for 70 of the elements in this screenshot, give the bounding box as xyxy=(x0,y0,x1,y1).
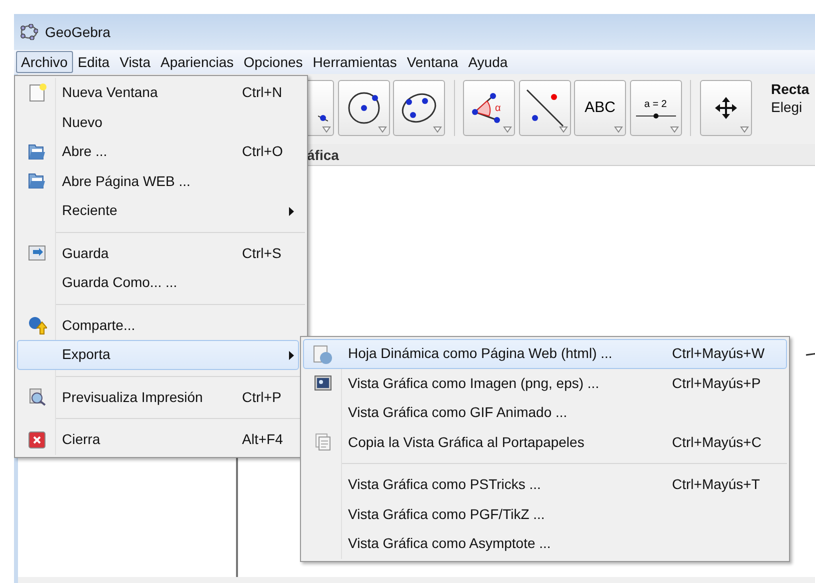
menu-item[interactable]: Vista Gráfica como Asymptote ... xyxy=(303,529,787,558)
new-window-icon xyxy=(27,82,47,103)
print-preview-icon xyxy=(27,387,47,408)
menu-item[interactable]: Hoja Dinámica como Página Web (html) ... Ctrl+Mayús+W xyxy=(303,339,787,368)
menu-item[interactable]: Guarda Como... ... xyxy=(17,268,299,298)
menu-item[interactable]: Comparte... xyxy=(17,310,299,340)
folder-icon xyxy=(27,142,47,161)
menu-item[interactable]: Previsualiza Impresión Ctrl+P xyxy=(17,382,299,412)
menu-item[interactable]: Nueva Ventana Ctrl+N xyxy=(17,78,299,108)
view-title: áfica xyxy=(307,147,339,163)
menu-item[interactable]: Archivo xyxy=(16,51,73,73)
share-icon xyxy=(27,315,47,336)
dropdown-triangle-icon xyxy=(378,126,386,133)
tool-button[interactable]: ABC xyxy=(574,80,626,136)
shortcut-text: Ctrl+Mayús+P xyxy=(672,374,761,393)
dropdown-triangle-icon xyxy=(558,126,568,133)
copy-icon xyxy=(313,432,333,452)
menu-item[interactable]: Reciente xyxy=(17,196,299,226)
menu-item[interactable]: Vista xyxy=(114,51,156,73)
menu-item[interactable]: Abre ... Ctrl+O xyxy=(17,137,299,166)
menu-item[interactable]: Ventana xyxy=(402,51,464,73)
menu-item[interactable]: Cierra Alt+F4 xyxy=(17,425,299,454)
menu-item[interactable]: Guarda Ctrl+S xyxy=(17,238,299,268)
menu-item[interactable]: Ayuda xyxy=(463,51,513,73)
tool-button[interactable]: α xyxy=(463,80,515,136)
menu-item[interactable]: Abre Página WEB ... xyxy=(17,166,299,196)
window-title: GeoGebra xyxy=(45,22,110,42)
tool-button[interactable]: a = 2 xyxy=(630,80,682,136)
shortcut-text: Ctrl+N xyxy=(242,83,282,102)
web-page-icon xyxy=(312,344,334,364)
dropdown-triangle-icon xyxy=(322,126,331,133)
move-view-icon xyxy=(712,95,738,121)
slider-icon xyxy=(634,112,678,120)
folder-icon xyxy=(27,172,47,190)
shortcut-text: Alt+F4 xyxy=(242,430,283,450)
tool-button[interactable] xyxy=(700,80,752,136)
tool-button[interactable] xyxy=(338,80,390,136)
dropdown-triangle-icon xyxy=(433,126,442,133)
tool-button[interactable] xyxy=(518,80,570,136)
menu-item[interactable]: Herramientas xyxy=(308,51,402,73)
save-icon xyxy=(27,244,47,262)
menu-item[interactable]: Apariencias xyxy=(155,51,239,73)
menu-item[interactable]: Nuevo xyxy=(17,108,299,137)
dropdown-triangle-icon xyxy=(503,126,512,133)
angle-drawing xyxy=(472,93,500,123)
dropdown-triangle-icon xyxy=(740,126,748,133)
menu-item[interactable]: Vista Gráfica como GIF Animado ... xyxy=(303,398,787,428)
tool-button[interactable] xyxy=(393,80,445,136)
menu-item[interactable]: Opciones xyxy=(238,51,308,73)
menu-item[interactable]: Exporta xyxy=(17,340,299,370)
tool-name: Recta xyxy=(771,80,810,98)
menu-item[interactable]: Copia la Vista Gráfica al Portapapeles Ctrl+Mayús+C xyxy=(303,428,787,457)
menu-item[interactable]: Edita xyxy=(72,51,115,73)
angle-label: α xyxy=(495,103,501,114)
app-logo-icon xyxy=(20,24,38,40)
point-icon xyxy=(318,114,328,122)
image-icon xyxy=(313,374,333,392)
tool-help-text: Elegi xyxy=(771,98,804,116)
close-icon xyxy=(27,430,47,450)
shortcut-text: Ctrl+Mayús+W xyxy=(672,344,765,364)
menu-item[interactable]: Vista Gráfica como PGF/TikZ ... xyxy=(303,500,787,529)
shortcut-text: Ctrl+S xyxy=(242,244,282,263)
menu-item[interactable]: Vista Gráfica como PSTricks ... Ctrl+Mayús+T xyxy=(303,470,787,500)
dropdown-triangle-icon xyxy=(614,126,623,133)
shortcut-text: Ctrl+Mayús+C xyxy=(672,432,762,452)
shortcut-text: Ctrl+P xyxy=(242,388,282,407)
dropdown-triangle-icon xyxy=(670,126,678,133)
shortcut-text: Ctrl+O xyxy=(242,142,283,162)
menu-item[interactable]: Vista Gráfica como Imagen (png, eps) ... Ctrl+Mayús+P xyxy=(303,368,787,398)
shortcut-text: Ctrl+Mayús+T xyxy=(672,475,760,494)
